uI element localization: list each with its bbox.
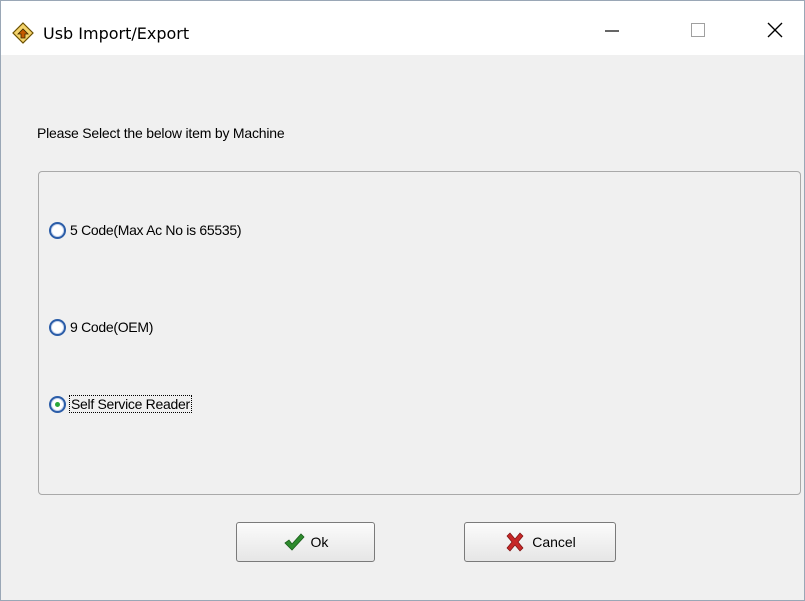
- radio-label[interactable]: 5 Code(Max Ac No is 65535): [70, 222, 241, 238]
- ok-button-label: Ok: [310, 534, 329, 550]
- close-icon: [767, 22, 783, 38]
- maximize-button[interactable]: [671, 7, 727, 55]
- app-icon: [12, 22, 34, 44]
- dialog-window: Usb Import/Export Please Select the belo…: [0, 0, 805, 601]
- window-title: Usb Import/Export: [43, 24, 190, 43]
- radio-button-selected[interactable]: [49, 395, 66, 413]
- radio-button[interactable]: [49, 318, 66, 336]
- ok-button[interactable]: Ok: [236, 522, 375, 562]
- dialog-body: Please Select the below item by Machine …: [1, 55, 804, 600]
- maximize-icon: [691, 23, 705, 37]
- checkmark-icon: [283, 533, 305, 551]
- minimize-icon: [605, 30, 619, 32]
- cancel-button-label: Cancel: [532, 534, 576, 550]
- radio-button[interactable]: [49, 221, 66, 239]
- title-bar[interactable]: Usb Import/Export: [1, 1, 804, 55]
- radio-option-self-service-reader[interactable]: Self Service Reader: [49, 393, 192, 415]
- close-button[interactable]: [748, 7, 804, 55]
- radio-label[interactable]: Self Service Reader: [69, 395, 192, 413]
- x-mark-icon: [506, 532, 524, 552]
- radio-label[interactable]: 9 Code(OEM): [70, 319, 153, 335]
- radio-option-9-code[interactable]: 9 Code(OEM): [49, 316, 153, 338]
- instruction-label: Please Select the below item by Machine: [37, 125, 285, 141]
- cancel-button[interactable]: Cancel: [464, 522, 616, 562]
- radio-option-5-code[interactable]: 5 Code(Max Ac No is 65535): [49, 219, 241, 241]
- minimize-button[interactable]: [585, 7, 641, 55]
